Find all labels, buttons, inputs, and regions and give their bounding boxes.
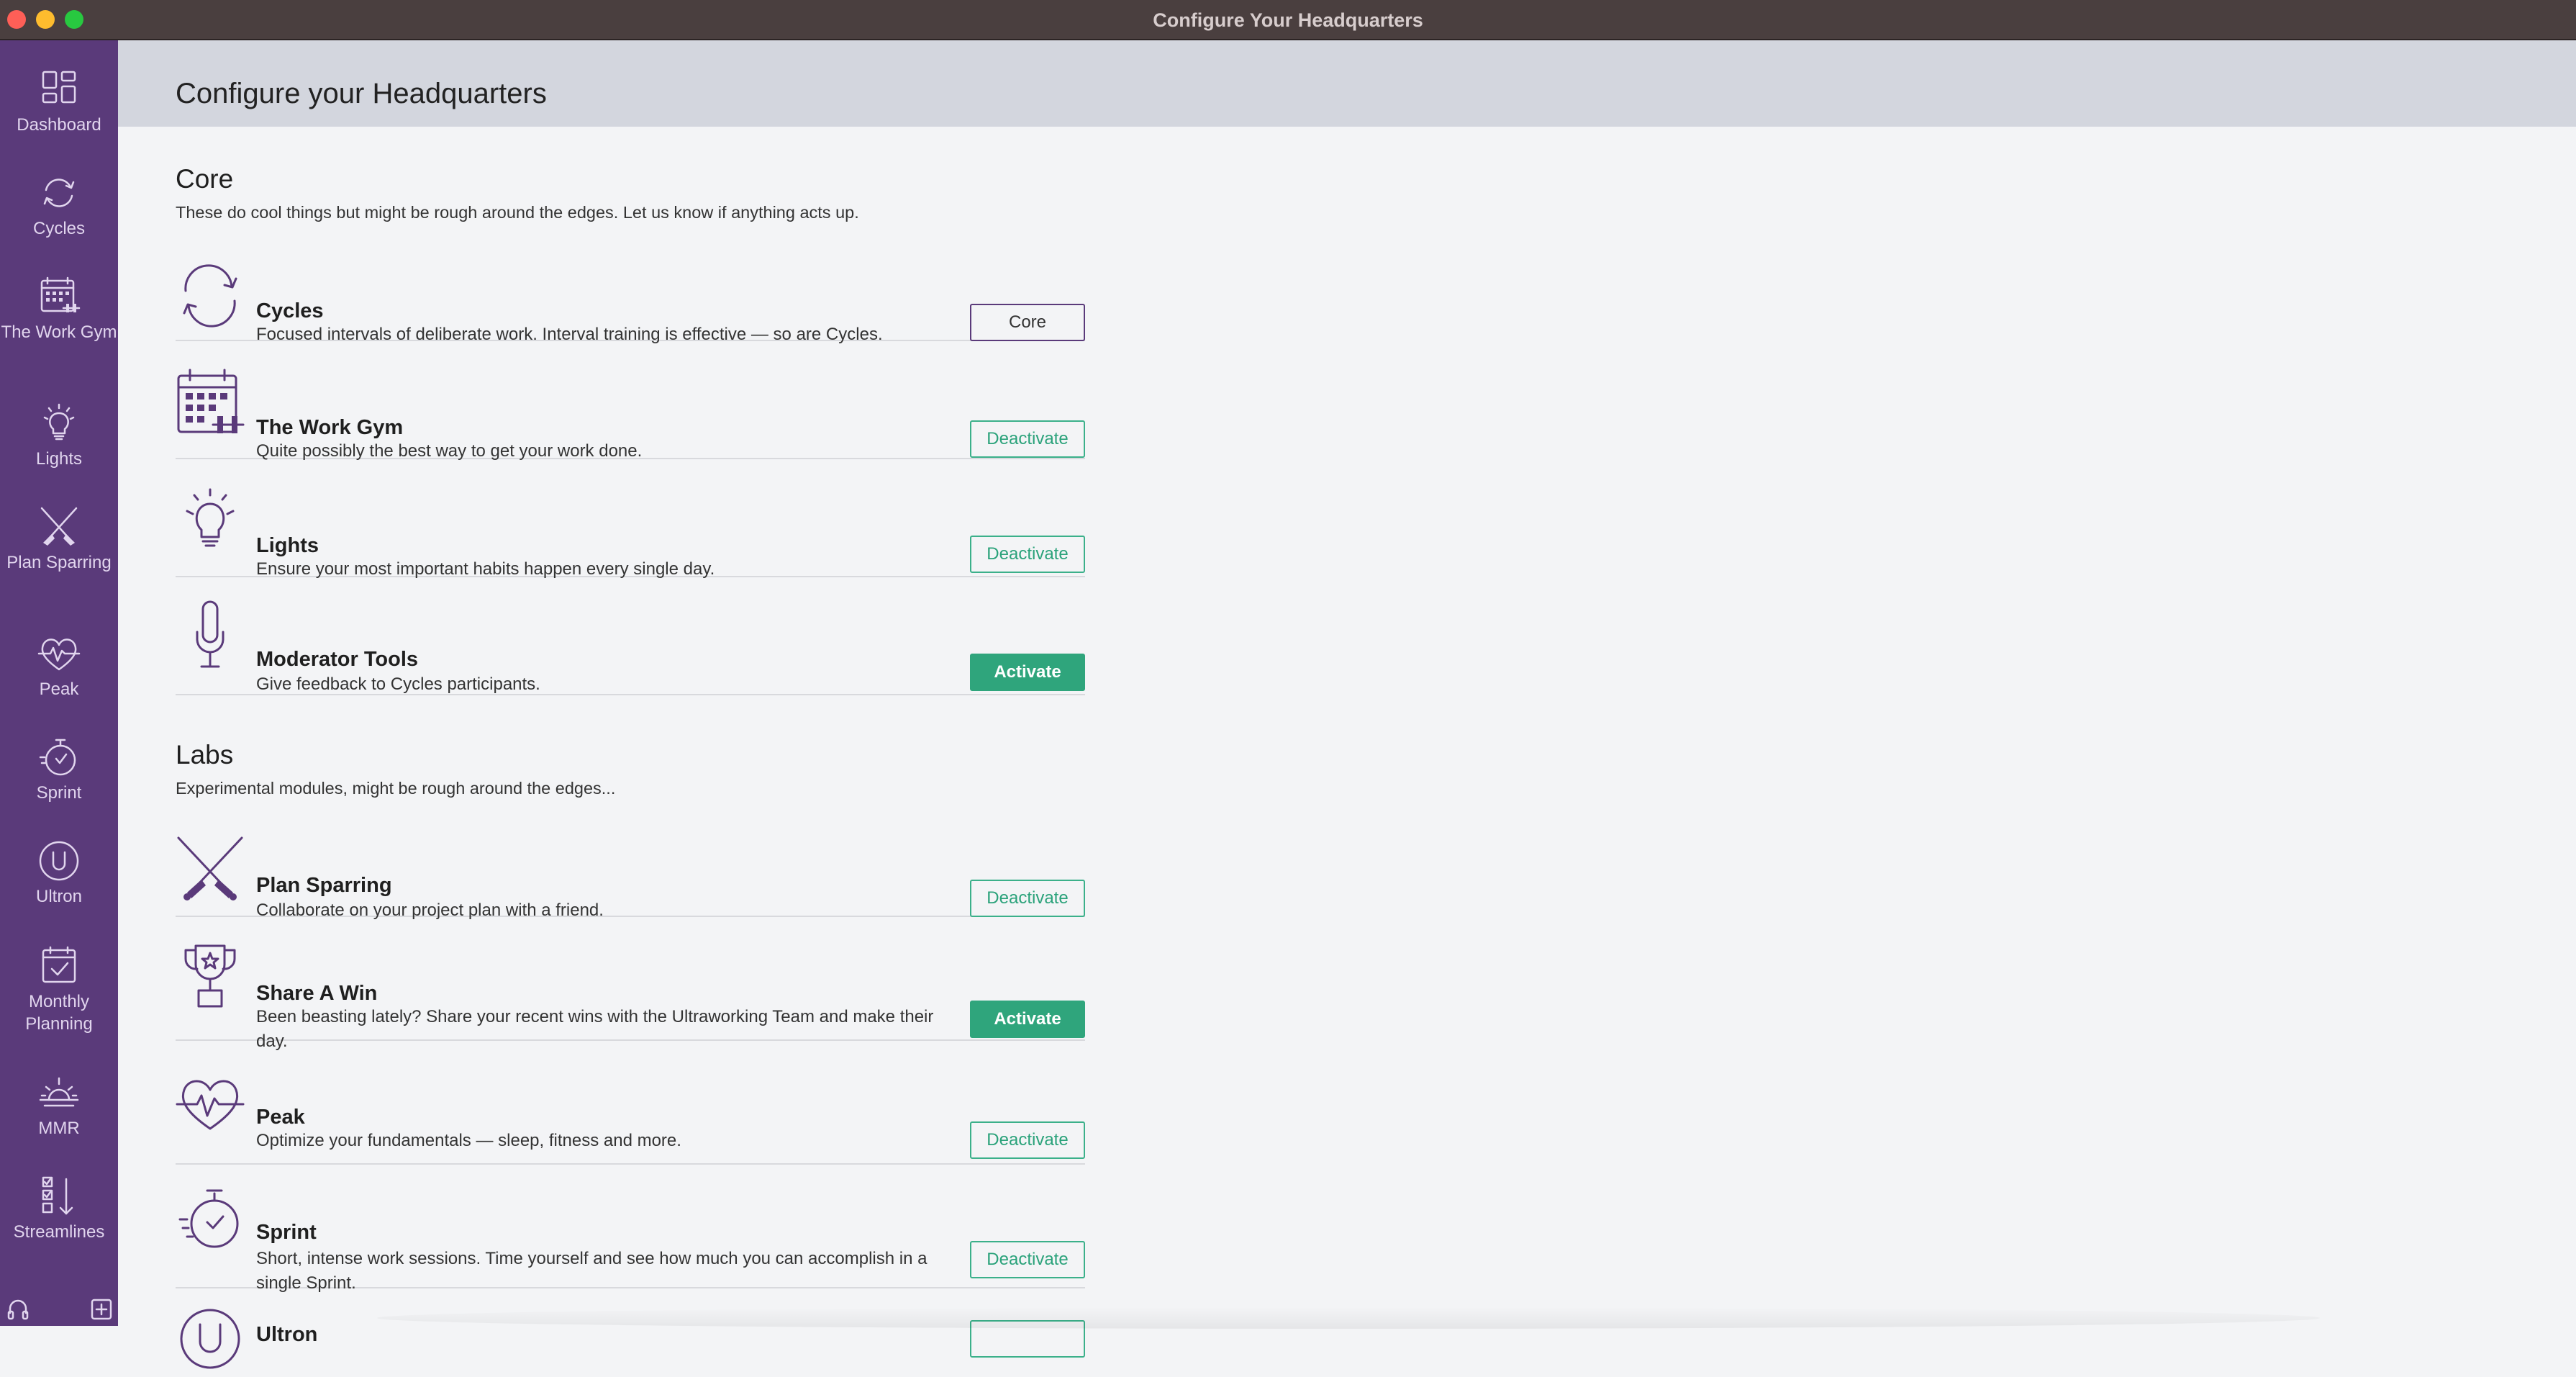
module-lights: Lights Ensure your most important habits…: [176, 461, 1085, 579]
lightbulb-icon: [37, 402, 81, 445]
deactivate-button[interactable]: Deactivate: [970, 1241, 1085, 1278]
page-title: Configure your Headquarters: [176, 78, 547, 109]
lightbulb-icon: [176, 485, 245, 554]
main-content: Configure your Headquarters Core These d…: [118, 40, 2576, 1369]
calendar-check-icon: [37, 944, 81, 988]
headphones-icon[interactable]: [6, 1297, 30, 1322]
sidebar-item-streamlines[interactable]: Streamlines: [0, 1175, 118, 1243]
trophy-icon: [176, 943, 245, 1012]
sidebar-item-label: Peak: [39, 680, 79, 699]
module-name: Share A Win: [256, 982, 378, 1005]
core-section-title: Core: [176, 164, 234, 194]
activate-button[interactable]: Activate: [970, 654, 1085, 691]
crossed-swords-icon: [176, 835, 245, 904]
module-moderator-tools: Moderator Tools Give feedback to Cycles …: [176, 579, 1085, 695]
page-header: Configure your Headquarters: [118, 40, 2576, 127]
module-name: Lights: [256, 534, 319, 557]
sidebar-item-mmr[interactable]: MMR: [0, 1071, 118, 1139]
window-title: Configure Your Headquarters: [1153, 9, 1423, 31]
sunrise-icon: [37, 1071, 81, 1114]
deactivate-button[interactable]: Deactivate: [970, 536, 1085, 573]
module-description: Optimize your fundamentals — sleep, fitn…: [256, 1131, 681, 1150]
deactivate-button[interactable]: Deactivate: [970, 420, 1085, 458]
cycles-icon: [176, 261, 245, 330]
sidebar-item-label: Cycles: [32, 219, 85, 238]
ultron-icon: [176, 1304, 245, 1373]
cycles-icon: [37, 171, 81, 215]
sidebar-item-dashboard[interactable]: Dashboard: [0, 68, 118, 136]
add-icon[interactable]: [89, 1297, 114, 1322]
sidebar-item-plan-sparring[interactable]: Plan Sparring: [0, 505, 118, 574]
module-description: Short, intense work sessions. Time yours…: [256, 1249, 928, 1293]
labs-section-title: Labs: [176, 740, 234, 769]
deactivate-button[interactable]: Deactivate: [970, 880, 1085, 917]
core-section-description: These do cool things but might be rough …: [176, 203, 859, 222]
activate-button[interactable]: Activate: [970, 1001, 1085, 1038]
sidebar-item-label: Streamlines: [13, 1222, 105, 1242]
module-name: Peak: [256, 1106, 305, 1129]
sidebar-item-label: Plan Sparring: [6, 553, 112, 572]
crossed-swords-icon: [37, 505, 81, 548]
module-cycles: Cycles Focused intervals of deliberate w…: [176, 256, 1085, 344]
module-the-work-gym: The Work Gym Quite possibly the best way…: [176, 343, 1085, 461]
microphone-icon: [176, 600, 245, 669]
dashboard-icon: [37, 68, 81, 111]
sidebar-item-label: Dashboard: [17, 115, 101, 135]
sidebar-item-label: Monthly Planning: [25, 992, 93, 1034]
module-name: Ultron: [256, 1323, 318, 1346]
module-share-a-win: Share A Win Been beasting lately? Share …: [176, 918, 1085, 1051]
core-button[interactable]: Core: [970, 304, 1085, 341]
sidebar: Dashboard Cycles The Work Gym Lights Pla…: [0, 40, 118, 1326]
module-name: Moderator Tools: [256, 648, 419, 671]
checklist-icon: [37, 1175, 81, 1218]
sidebar-item-ultron[interactable]: Ultron: [0, 839, 118, 908]
sidebar-item-sprint[interactable]: Sprint: [0, 736, 118, 804]
sidebar-item-label: MMR: [38, 1119, 80, 1138]
module-name: The Work Gym: [256, 416, 404, 439]
sidebar-item-label: Sprint: [36, 783, 82, 803]
calendar-dumbbell-icon: [176, 369, 245, 438]
module-plan-sparring: Plan Sparring Collaborate on your projec…: [176, 832, 1085, 920]
stopwatch-icon: [176, 1185, 245, 1254]
ultron-icon: [37, 839, 81, 882]
sidebar-item-label: Lights: [35, 449, 83, 469]
stopwatch-icon: [37, 736, 81, 779]
module-peak: Peak Optimize your fundamentals — sleep,…: [176, 1042, 1085, 1165]
module-sprint: Sprint Short, intense work sessions. Tim…: [176, 1166, 1085, 1293]
sidebar-item-peak[interactable]: Peak: [0, 632, 118, 700]
calendar-dumbbell-icon: [37, 275, 81, 318]
module-ultron: Ultron: [176, 1290, 1085, 1376]
module-name: Plan Sparring: [256, 874, 392, 897]
sidebar-item-cycles[interactable]: Cycles: [0, 171, 118, 240]
deactivate-button[interactable]: Deactivate: [970, 1121, 1085, 1159]
sidebar-item-label: The Work Gym: [1, 322, 117, 342]
sidebar-item-the-work-gym[interactable]: The Work Gym: [0, 275, 118, 343]
sidebar-item-label: Ultron: [35, 887, 83, 906]
module-description: Give feedback to Cycles participants.: [256, 674, 540, 694]
heartbeat-icon: [176, 1068, 245, 1137]
module-name: Cycles: [256, 299, 324, 322]
sidebar-item-lights[interactable]: Lights: [0, 402, 118, 470]
module-name: Sprint: [256, 1221, 317, 1244]
labs-section-description: Experimental modules, might be rough aro…: [176, 779, 616, 798]
heartbeat-icon: [37, 632, 81, 675]
module-description: Ensure your most important habits happen…: [256, 559, 715, 579]
title-bar: Configure Your Headquarters: [0, 0, 2576, 40]
module-description: Quite possibly the best way to get your …: [256, 441, 643, 461]
sidebar-item-monthly-planning[interactable]: Monthly Planning: [0, 944, 118, 1035]
